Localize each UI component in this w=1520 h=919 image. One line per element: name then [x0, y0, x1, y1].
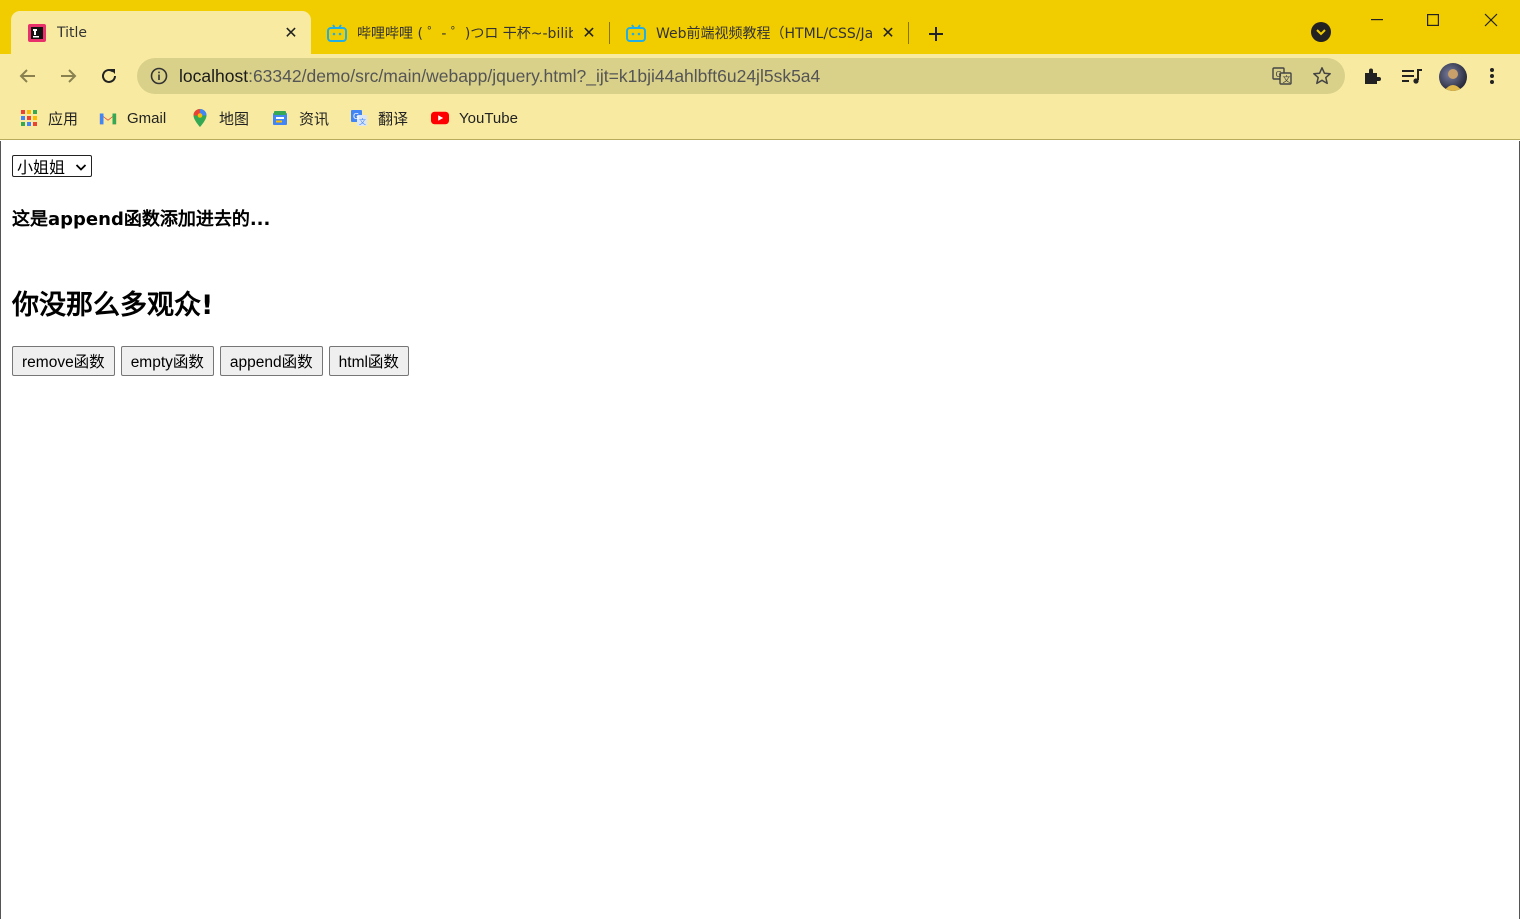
tab-title-label: Title	[57, 24, 88, 41]
browser-toolbar: localhost:63342/demo/src/main/webapp/jqu…	[0, 54, 1520, 98]
url-text[interactable]: localhost:63342/demo/src/main/webapp/jqu…	[179, 66, 820, 87]
extensions-icon[interactable]	[1360, 64, 1384, 88]
media-control-icon[interactable]	[1400, 64, 1424, 88]
button-group: remove函数 empty函数 append函数 html函数	[12, 346, 409, 376]
gmail-icon	[99, 109, 117, 127]
girl-select[interactable]: 小姐姐	[12, 155, 92, 177]
close-window-button[interactable]	[1462, 0, 1520, 40]
bookmark-label: YouTube	[459, 109, 518, 127]
translate-icon: G文	[350, 109, 368, 127]
tab-bilibili-label: 哔哩哔哩 ( ゜- ゜)つロ 干杯~-bilibili	[357, 25, 573, 42]
forward-button[interactable]	[52, 60, 84, 92]
new-tab-button[interactable]	[922, 20, 950, 48]
appended-heading: 这是append函数添加进去的...	[12, 209, 271, 230]
bookmark-label: Gmail	[127, 109, 167, 127]
bookmark-youtube[interactable]: YouTube	[431, 108, 518, 128]
tab-web-tutorial[interactable]: Web前端视频教程（HTML/CSS/JavaScript） ✕	[610, 11, 908, 54]
svg-text:文: 文	[1283, 74, 1291, 84]
bookmark-translate[interactable]: G文 翻译	[350, 108, 408, 128]
info-icon[interactable]	[149, 66, 169, 86]
close-icon[interactable]: ✕	[281, 23, 301, 43]
svg-text:G: G	[1276, 70, 1282, 79]
append-button[interactable]: append函数	[219, 346, 323, 376]
bookmark-news[interactable]: 资讯	[271, 108, 329, 128]
close-icon[interactable]: ✕	[878, 23, 898, 43]
bookmark-label: 地图	[219, 110, 250, 128]
address-bar[interactable]: localhost:63342/demo/src/main/webapp/jqu…	[137, 58, 1345, 94]
reload-button[interactable]	[93, 60, 125, 92]
maximize-button[interactable]	[1404, 0, 1462, 40]
profile-avatar[interactable]	[1439, 63, 1467, 91]
remove-button[interactable]: remove函数	[12, 346, 115, 376]
tab-separator	[908, 22, 909, 44]
page-content: 小姐姐 这是append函数添加进去的... 你没那么多观众! remove函数…	[0, 141, 1520, 919]
bookmark-apps[interactable]: 应用	[20, 108, 78, 128]
maps-pin-icon	[191, 109, 209, 127]
tab-web-tutorial-label: Web前端视频教程（HTML/CSS/JavaScript）	[656, 25, 872, 42]
bookmark-label: 应用	[48, 110, 79, 128]
bookmark-label: 翻译	[378, 110, 409, 128]
html-button[interactable]: html函数	[328, 346, 409, 376]
youtube-icon	[431, 109, 449, 127]
tab-title[interactable]: Title ✕	[11, 11, 311, 54]
star-icon[interactable]	[1312, 66, 1332, 86]
chevron-down-icon	[75, 159, 87, 178]
translate-page-icon[interactable]: G文	[1272, 66, 1292, 86]
back-button[interactable]	[12, 60, 44, 92]
bookmark-gmail[interactable]: Gmail	[99, 108, 166, 128]
minimize-button[interactable]	[1348, 0, 1406, 40]
url-host: localhost	[179, 66, 249, 86]
bookmark-maps[interactable]: 地图	[191, 108, 249, 128]
news-icon	[271, 109, 289, 127]
select-value: 小姐姐	[17, 158, 66, 177]
svg-text:文: 文	[359, 117, 366, 126]
tab-bilibili[interactable]: 哔哩哔哩 ( ゜- ゜)つロ 干杯~-bilibili ✕	[311, 11, 609, 54]
url-path: :63342/demo/src/main/webapp/jquery.html?…	[248, 66, 821, 86]
intellij-icon	[27, 23, 47, 43]
page-heading: 你没那么多观众!	[12, 290, 214, 321]
menu-kebab-icon[interactable]	[1480, 64, 1504, 88]
tab-strip: Title ✕ 哔哩哔哩 ( ゜- ゜)つロ 干杯~-bilibili ✕ We…	[0, 0, 1520, 54]
bookmarks-bar: 应用 Gmail 地图 资讯 G文 翻译 YouTube	[0, 98, 1520, 140]
bookmark-label: 资讯	[299, 110, 330, 128]
close-icon[interactable]: ✕	[579, 23, 599, 43]
empty-button[interactable]: empty函数	[120, 346, 214, 376]
bilibili-icon	[626, 23, 646, 43]
tab-search-dropdown-icon[interactable]	[1311, 22, 1331, 42]
bilibili-icon	[327, 23, 347, 43]
apps-grid-icon	[20, 109, 38, 127]
